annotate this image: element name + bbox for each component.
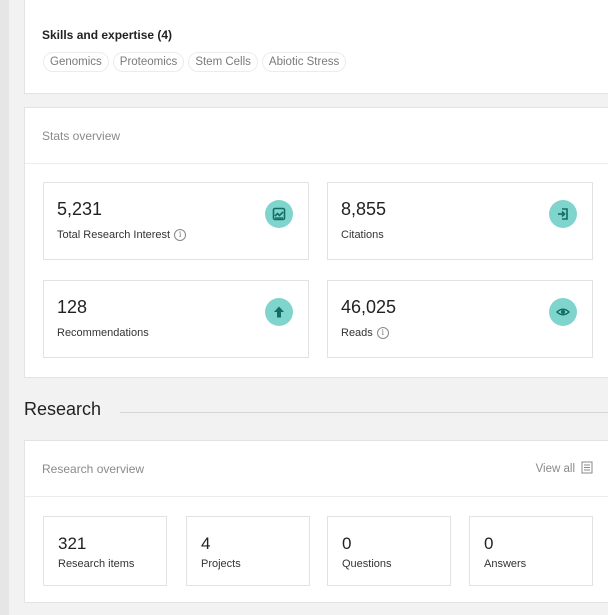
stat-value: 8,855 — [341, 199, 387, 219]
stat-label-text: Recommendations — [57, 327, 149, 339]
stat-reads[interactable]: 46,025 Reads i — [327, 280, 593, 358]
count-answers[interactable]: 0 Answers — [469, 516, 593, 586]
skills-chip-list: Genomics Proteomics Stem Cells Abiotic S… — [43, 52, 347, 72]
stats-overview-title: Stats overview — [42, 129, 121, 143]
left-rail — [0, 0, 9, 615]
count-label: Questions — [342, 558, 392, 570]
count-value: 4 — [201, 534, 211, 553]
view-all-label: View all — [535, 463, 575, 475]
count-research-items[interactable]: 321 Research items — [43, 516, 167, 586]
count-label: Projects — [201, 558, 241, 570]
recommendations-arrow-icon — [265, 298, 293, 326]
skill-chip-stem-cells[interactable]: Stem Cells — [188, 52, 258, 72]
stat-research-interest[interactable]: 5,231 Total Research Interest i — [43, 182, 309, 260]
section-divider — [120, 412, 608, 413]
skill-chip-proteomics[interactable]: Proteomics — [112, 52, 185, 72]
research-card-header: Research overview View all — [25, 441, 608, 497]
stat-label: Total Research Interest i — [57, 229, 187, 241]
stat-label: Citations — [341, 229, 384, 241]
count-projects[interactable]: 4 Projects — [186, 516, 310, 586]
stat-recommendations[interactable]: 128 Recommendations — [43, 280, 309, 358]
stats-card-header: Stats overview — [25, 108, 608, 164]
research-interest-icon — [265, 200, 293, 228]
stat-value: 5,231 — [57, 199, 103, 219]
count-value: 0 — [484, 534, 494, 553]
count-label: Research items — [58, 558, 135, 570]
info-icon[interactable]: i — [174, 229, 187, 241]
count-label: Answers — [484, 558, 527, 570]
stat-label-text: Total Research Interest — [57, 229, 171, 241]
research-section-title: Research — [24, 399, 102, 419]
info-icon[interactable]: i — [376, 327, 389, 339]
skill-chip-abiotic-stress[interactable]: Abiotic Stress — [261, 52, 347, 72]
count-value: 321 — [58, 534, 87, 553]
stat-value: 128 — [57, 297, 88, 317]
skills-title: Skills and expertise (4) — [42, 28, 173, 42]
view-all-link[interactable]: View all — [536, 461, 593, 477]
research-overview-card: Research overview View all 321 Research … — [24, 440, 608, 603]
stat-label-text: Citations — [341, 229, 384, 241]
stat-value: 46,025 — [341, 297, 397, 317]
research-overview-title: Research overview — [42, 462, 145, 476]
skills-card: Skills and expertise (4) Genomics Proteo… — [24, 0, 608, 94]
count-questions[interactable]: 0 Questions — [327, 516, 451, 586]
skill-chip-genomics[interactable]: Genomics — [43, 52, 109, 72]
stats-overview-card: Stats overview 5,231 Total Research Inte… — [24, 107, 608, 378]
stat-label: Recommendations — [57, 327, 149, 339]
stat-citations[interactable]: 8,855 Citations — [327, 182, 593, 260]
stat-label: Reads i — [341, 327, 389, 339]
citations-icon — [549, 200, 577, 228]
count-value: 0 — [342, 534, 352, 553]
stat-label-text: Reads — [341, 327, 373, 339]
reads-eye-icon — [549, 298, 577, 326]
list-icon — [581, 461, 593, 477]
